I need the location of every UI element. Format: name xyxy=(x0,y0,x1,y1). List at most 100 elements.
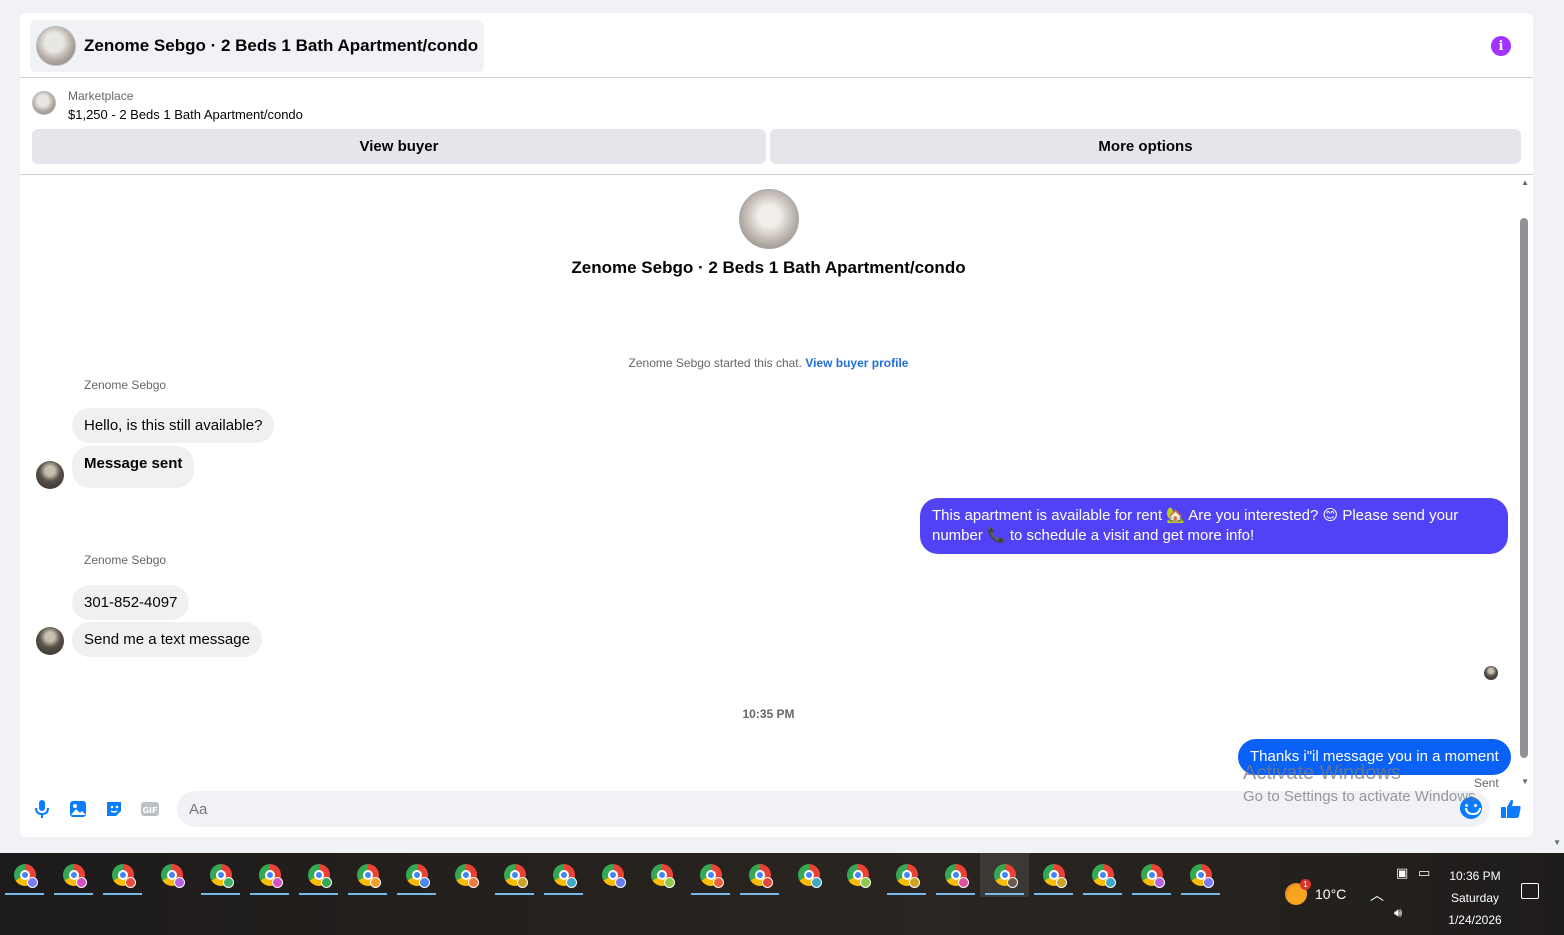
profile-badge-icon xyxy=(1007,877,1018,888)
running-indicator xyxy=(201,893,240,895)
profile-badge-icon xyxy=(419,877,430,888)
gif-label: GIF xyxy=(142,806,157,815)
taskbar-chrome-app[interactable] xyxy=(1078,853,1127,897)
running-indicator xyxy=(936,893,975,895)
taskbar-chrome-app[interactable] xyxy=(147,853,196,897)
notification-center-icon[interactable] xyxy=(1521,883,1539,899)
clock-time: 10:36 PM xyxy=(1449,869,1501,883)
weather-icon: 1 xyxy=(1285,879,1311,905)
thumbs-up-icon[interactable] xyxy=(1500,798,1522,820)
running-indicator xyxy=(544,893,583,895)
chat-window: Zenome Sebgo · 2 Beds 1 Bath Apartment/c… xyxy=(20,13,1533,837)
taskbar-chrome-app[interactable] xyxy=(588,853,637,897)
taskbar-chrome-app[interactable] xyxy=(686,853,735,897)
taskbar-chrome-app[interactable] xyxy=(882,853,931,897)
scrollbar-thumb[interactable] xyxy=(1520,218,1528,758)
outgoing-message[interactable]: This apartment is available for rent 🏡 A… xyxy=(920,498,1508,554)
taskbar-chrome-app[interactable] xyxy=(1029,853,1078,897)
running-indicator xyxy=(1181,893,1220,895)
profile-badge-icon xyxy=(1154,877,1165,888)
taskbar-chrome-app[interactable] xyxy=(49,853,98,897)
volume-icon[interactable]: 🔊︎ xyxy=(1394,905,1402,921)
thread-title: Zenome Sebgo · 2 Beds 1 Bath Apartment/c… xyxy=(571,258,966,277)
profile-badge-icon xyxy=(713,877,724,888)
listing-price-title[interactable]: $1,250 - 2 Beds 1 Bath Apartment/condo xyxy=(68,107,303,122)
running-indicator xyxy=(397,893,436,895)
taskbar-chrome-app[interactable] xyxy=(1176,853,1225,897)
profile-badge-icon xyxy=(958,877,969,888)
taskbar-chrome-app[interactable] xyxy=(0,853,49,897)
scroll-up-arrow-icon[interactable]: ▲ xyxy=(1521,178,1529,187)
clock-day: Saturday xyxy=(1450,891,1500,905)
sticker-icon[interactable] xyxy=(103,798,125,820)
gif-icon[interactable]: GIF xyxy=(139,798,161,820)
taskbar-chrome-app[interactable] xyxy=(392,853,441,897)
marketplace-listing-bar: Marketplace $1,250 - 2 Beds 1 Bath Apart… xyxy=(20,79,1533,175)
microphone-icon[interactable] xyxy=(31,798,53,820)
sender-avatar[interactable] xyxy=(36,627,64,655)
taskbar-chrome-app[interactable] xyxy=(294,853,343,897)
sender-avatar[interactable] xyxy=(36,461,64,489)
profile-badge-icon xyxy=(762,877,773,888)
taskbar-chrome-app[interactable] xyxy=(196,853,245,897)
meet-now-icon[interactable]: ▣ xyxy=(1396,865,1408,881)
incoming-message[interactable]: 301-852-4097 xyxy=(72,585,190,620)
scroll-down-arrow-icon[interactable]: ▼ xyxy=(1521,777,1529,786)
activate-windows-subtitle: Go to Settings to activate Windows. xyxy=(1243,788,1480,805)
conversation-title-button[interactable]: Zenome Sebgo · 2 Beds 1 Bath Apartment/c… xyxy=(30,20,485,72)
running-indicator xyxy=(887,893,926,895)
profile-badge-icon xyxy=(1203,877,1214,888)
running-indicator xyxy=(1132,893,1171,895)
conversation-title: Zenome Sebgo · 2 Beds 1 Bath Apartment/c… xyxy=(84,36,479,55)
incoming-message[interactable]: Message sent xyxy=(72,446,195,488)
profile-badge-icon xyxy=(1105,877,1116,888)
taskbar-chrome-app[interactable] xyxy=(637,853,686,897)
windows-taskbar: 1 10°C ︿ ▣ ▭ 🔊︎ 10:36 PM Saturday 1/24/2… xyxy=(0,853,1564,935)
running-indicator xyxy=(1034,893,1073,895)
running-indicator xyxy=(54,893,93,895)
incoming-message[interactable]: Send me a text message xyxy=(72,622,262,657)
listing-thumbnail xyxy=(32,91,56,115)
sender-name: Zenome Sebgo xyxy=(84,378,167,392)
profile-badge-icon xyxy=(321,877,332,888)
page-scroll-down-icon[interactable]: ▼ xyxy=(1553,838,1561,847)
taskbar-chrome-app[interactable] xyxy=(980,853,1029,897)
view-buyer-profile-link[interactable]: View buyer profile xyxy=(805,356,908,370)
taskbar-chrome-app[interactable] xyxy=(343,853,392,897)
chat-header: Zenome Sebgo · 2 Beds 1 Bath Apartment/c… xyxy=(20,13,1533,78)
weather-widget[interactable]: 1 10°C xyxy=(1285,879,1346,905)
weather-badge: 1 xyxy=(1300,879,1311,890)
sender-name: Zenome Sebgo xyxy=(84,553,167,567)
show-hidden-icons-chevron-icon[interactable]: ︿ xyxy=(1370,885,1384,905)
taskbar-chrome-app[interactable] xyxy=(539,853,588,897)
taskbar-chrome-app[interactable] xyxy=(735,853,784,897)
listing-avatar xyxy=(36,26,76,66)
more-options-button[interactable]: More options xyxy=(770,129,1521,164)
running-indicator xyxy=(691,893,730,895)
taskbar-chrome-app[interactable] xyxy=(441,853,490,897)
taskbar-chrome-app[interactable] xyxy=(833,853,882,897)
profile-badge-icon xyxy=(664,877,675,888)
incoming-message[interactable]: Hello, is this still available? xyxy=(72,408,275,443)
running-indicator xyxy=(250,893,289,895)
photo-icon[interactable] xyxy=(67,798,89,820)
taskbar-chrome-app[interactable] xyxy=(931,853,980,897)
taskbar-chrome-app[interactable] xyxy=(784,853,833,897)
taskbar-chrome-app[interactable] xyxy=(490,853,539,897)
taskbar-chrome-app[interactable] xyxy=(1127,853,1176,897)
running-indicator xyxy=(495,893,534,895)
view-buyer-button[interactable]: View buyer xyxy=(32,129,766,164)
info-icon[interactable]: i xyxy=(1491,36,1511,56)
taskbar-chrome-app[interactable] xyxy=(98,853,147,897)
running-indicator xyxy=(348,893,387,895)
network-icon[interactable]: ▭ xyxy=(1418,865,1430,881)
taskbar-chrome-app[interactable] xyxy=(245,853,294,897)
running-indicator xyxy=(740,893,779,895)
profile-badge-icon xyxy=(566,877,577,888)
running-indicator xyxy=(103,893,142,895)
profile-badge-icon xyxy=(272,877,283,888)
profile-badge-icon xyxy=(76,877,87,888)
system-clock[interactable]: 10:36 PM Saturday 1/24/2026 xyxy=(1440,865,1510,931)
profile-badge-icon xyxy=(174,877,185,888)
clock-date: 1/24/2026 xyxy=(1448,913,1502,927)
